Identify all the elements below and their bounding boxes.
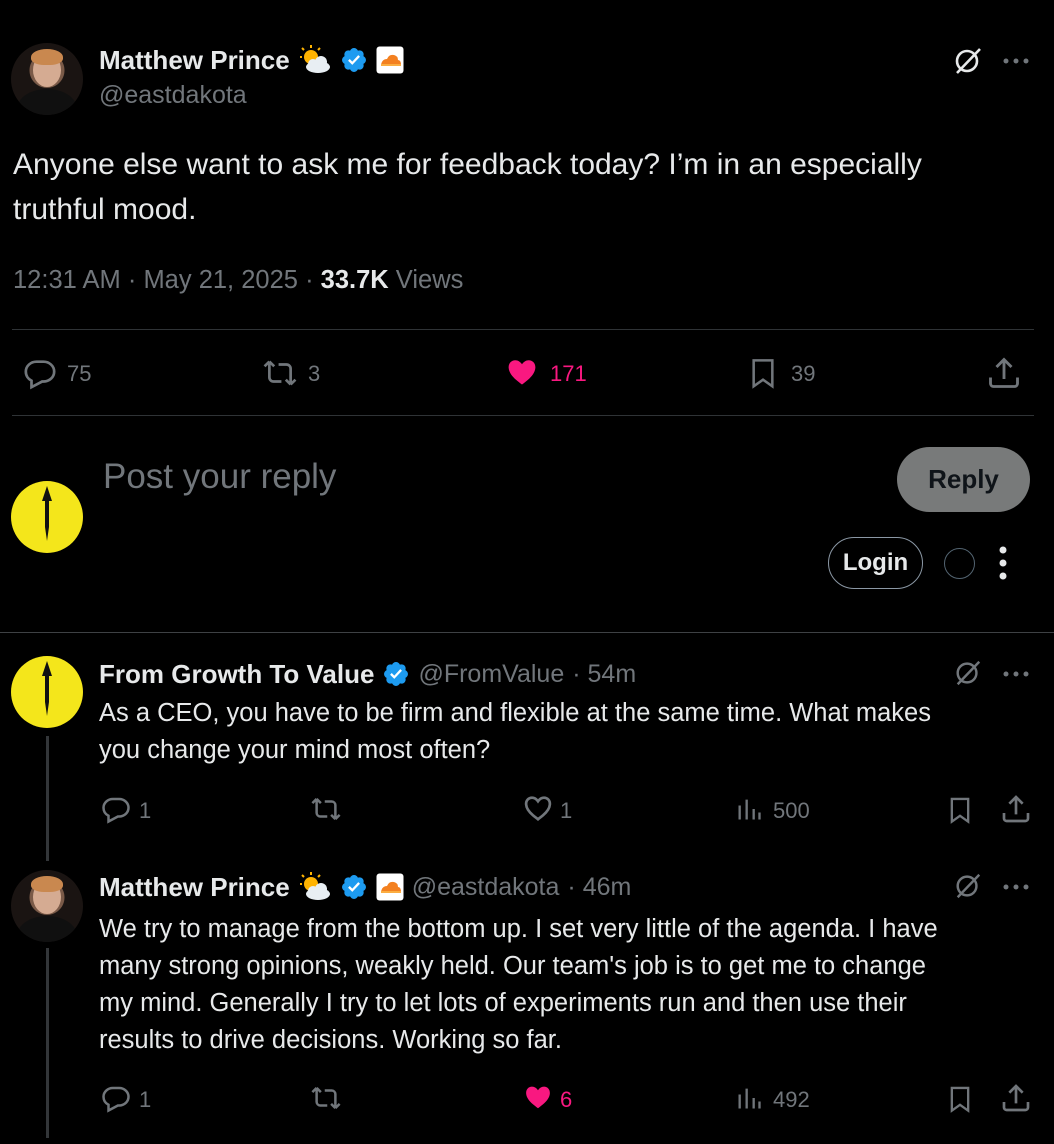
share-icon[interactable]	[1000, 1082, 1032, 1114]
reply-button[interactable]: Reply	[897, 447, 1030, 512]
repost-icon[interactable]	[309, 1083, 343, 1113]
bookmark-icon[interactable]	[946, 794, 974, 826]
grok-icon[interactable]	[953, 658, 983, 688]
fgv-logo-icon	[42, 486, 52, 541]
repost-icon[interactable]	[309, 794, 343, 824]
more-icon[interactable]	[1002, 670, 1030, 678]
thread-line	[46, 948, 49, 1138]
tweet-text-line: truthful mood.	[13, 193, 197, 226]
reply-header: From Growth To Value @FromValue · 54m	[99, 656, 636, 692]
share-icon[interactable]	[1000, 793, 1032, 825]
like-icon[interactable]	[522, 1082, 554, 1114]
bookmark-icon[interactable]	[747, 355, 779, 391]
reply-author-handle[interactable]: @eastdakota	[412, 873, 560, 902]
views-count: 33.7K	[320, 266, 389, 294]
reply-icon[interactable]	[101, 1083, 131, 1113]
verified-badge-icon[interactable]	[340, 46, 368, 74]
repost-count: 3	[308, 361, 321, 386]
grok-icon[interactable]	[953, 871, 983, 901]
reply-icon[interactable]	[101, 794, 131, 824]
viewer-avatar[interactable]	[11, 481, 83, 553]
repost-icon[interactable]	[261, 356, 299, 390]
kebab-icon[interactable]	[998, 545, 1008, 581]
reply-text: As a CEO, you have to be firm and flexib…	[99, 695, 1029, 769]
reply-text: We try to manage from the bottom up. I s…	[99, 911, 1039, 1059]
bookmark-icon[interactable]	[946, 1083, 974, 1115]
author-name[interactable]: Matthew Prince	[99, 45, 290, 76]
tweet-time[interactable]: 12:31 AM	[13, 266, 121, 294]
reply-author-name[interactable]: Matthew Prince	[99, 872, 290, 903]
sun-cloud-emoji-icon	[299, 45, 330, 73]
like-icon[interactable]	[522, 793, 554, 825]
cloudflare-icon	[376, 46, 404, 74]
sun-cloud-emoji-icon	[299, 872, 330, 900]
tweet-text-line: Anyone else want to ask me for feedback …	[13, 148, 922, 181]
circle-button[interactable]	[944, 548, 975, 579]
views-icon[interactable]	[735, 795, 763, 823]
reply-count: 75	[67, 361, 92, 386]
tweet-text: Anyone else want to ask me for feedback …	[13, 142, 1033, 232]
divider	[12, 415, 1034, 416]
reply-author-name[interactable]: From Growth To Value	[99, 659, 374, 690]
like-icon[interactable]	[503, 355, 541, 391]
cloudflare-icon	[376, 873, 404, 901]
like-count: 1	[560, 798, 573, 823]
like-count: 171	[550, 361, 587, 386]
reply-avatar[interactable]	[11, 656, 83, 728]
meta-separator: ·	[305, 266, 314, 294]
reply-age[interactable]: · 54m	[572, 660, 636, 689]
share-icon[interactable]	[986, 355, 1022, 391]
verified-badge-icon[interactable]	[382, 660, 410, 688]
reply-text-line: As a CEO, you have to be firm and flexib…	[99, 699, 931, 727]
reply-text-line: my mind. Generally I try to let lots of …	[99, 989, 907, 1017]
reply-avatar[interactable]	[11, 870, 83, 942]
views-count: 492	[773, 1087, 810, 1112]
grok-icon[interactable]	[952, 45, 984, 77]
section-divider	[0, 632, 1054, 633]
reply-author-handle[interactable]: @FromValue	[418, 660, 564, 689]
reply-age[interactable]: · 46m	[567, 873, 631, 902]
bookmark-count: 39	[791, 361, 816, 386]
reply-count: 1	[139, 798, 152, 823]
reply-text-line: you change your mind most often?	[99, 736, 491, 764]
reply-text-line: many strong opinions, weakly held. Our t…	[99, 952, 926, 980]
reply-icon[interactable]	[22, 356, 58, 390]
like-count: 6	[560, 1087, 573, 1112]
verified-badge-icon[interactable]	[340, 873, 368, 901]
divider	[12, 329, 1034, 330]
author-handle[interactable]: @eastdakota	[99, 81, 247, 110]
login-button[interactable]: Login	[828, 537, 923, 589]
tweet-date[interactable]: May 21, 2025	[143, 266, 298, 294]
reply-text-line: We try to manage from the bottom up. I s…	[99, 915, 938, 943]
tweet-meta: 12:31 AM · May 21, 2025 · 33.7K Views	[13, 266, 463, 295]
reply-count: 1	[139, 1087, 152, 1112]
reply-header: Matthew Prince @eastdakota · 46m	[99, 869, 631, 905]
author-name-row: Matthew Prince	[99, 42, 404, 78]
meta-separator: ·	[127, 266, 137, 294]
author-avatar[interactable]	[11, 43, 83, 115]
more-icon[interactable]	[1002, 57, 1030, 65]
reply-text-line: results to drive decisions. Working so f…	[99, 1026, 562, 1054]
more-icon[interactable]	[1002, 883, 1030, 891]
reply-input[interactable]: Post your reply	[103, 457, 336, 497]
thread-line	[46, 736, 49, 861]
views-count: 500	[773, 798, 810, 823]
views-label: Views	[395, 266, 464, 294]
fgv-logo-icon	[42, 661, 52, 716]
views-icon[interactable]	[735, 1084, 763, 1112]
